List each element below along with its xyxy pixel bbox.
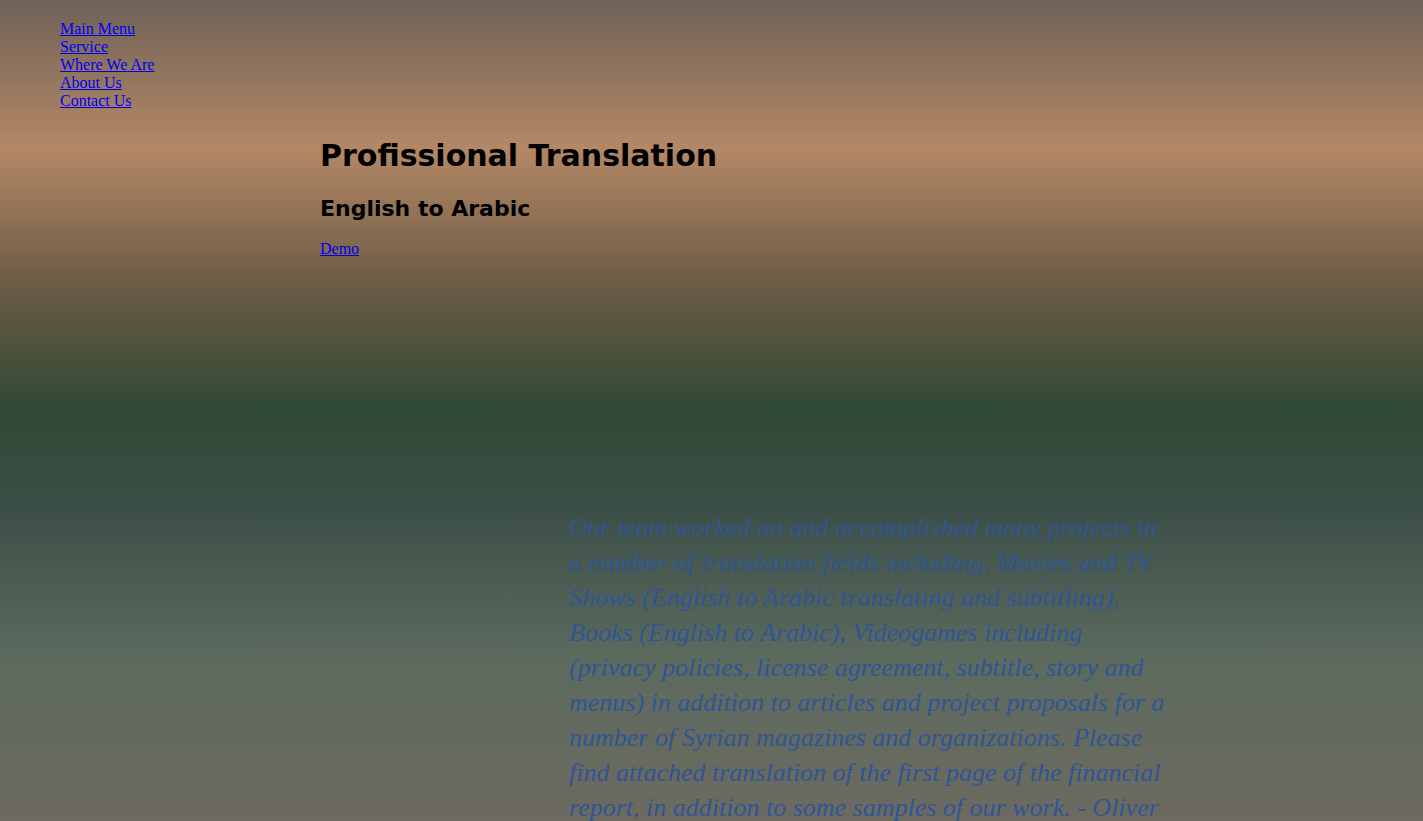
nav-link[interactable]: Service <box>60 38 108 56</box>
description: Our team worked on and accomplished many… <box>569 510 1169 821</box>
hero-title: Profissional Translation <box>320 136 717 176</box>
nav-link[interactable]: Where We Are <box>60 56 154 74</box>
nav-link[interactable]: Contact Us <box>60 92 132 110</box>
nav-link[interactable]: Main Menu <box>60 20 135 38</box>
nav-link[interactable]: About Us <box>60 74 122 92</box>
page: Main MenuServiceWhere We AreAbout UsCont… <box>0 0 1423 821</box>
hero-subtitle: English to Arabic <box>320 194 530 224</box>
main-nav: Main MenuServiceWhere We AreAbout UsCont… <box>0 0 1423 110</box>
demo-link[interactable]: Demo <box>320 240 359 258</box>
hero: Profissional Translation English to Arabi… <box>320 136 1423 258</box>
